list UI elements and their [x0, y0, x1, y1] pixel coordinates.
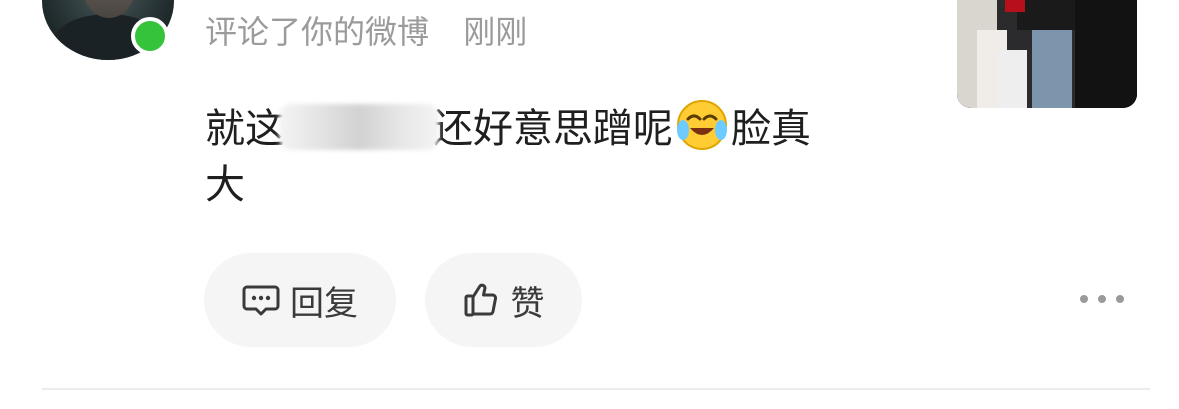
- comment-text-line2: 大: [205, 162, 245, 208]
- notification-item[interactable]: 评论了你的微博 刚刚 就这 还好意思蹭呢 脸真 大 回复 赞: [0, 0, 1179, 409]
- reply-label: 回复: [290, 283, 358, 324]
- like-button[interactable]: 赞: [425, 253, 582, 347]
- more-dot: [1116, 295, 1124, 303]
- redacted-text-blur: [279, 104, 439, 150]
- laughing-crying-emoji-icon: [677, 100, 727, 150]
- comment-text-end: 脸真: [731, 106, 811, 152]
- thumbs-up-icon: [464, 283, 497, 317]
- comment-text[interactable]: 就这 还好意思蹭呢 脸真 大: [205, 98, 905, 213]
- timestamp: 刚刚: [463, 13, 528, 51]
- notification-meta: 评论了你的微博 刚刚: [205, 10, 527, 54]
- reply-button[interactable]: 回复: [204, 253, 396, 347]
- online-status-dot: [131, 17, 169, 55]
- comment-bubble-icon: [242, 285, 280, 316]
- weibo-thumbnail[interactable]: [957, 0, 1137, 108]
- more-dot: [1080, 295, 1088, 303]
- comment-text-start: 就这: [205, 106, 285, 152]
- comment-text-middle: 还好意思蹭呢: [433, 106, 673, 152]
- thumbnail-image: [957, 0, 1137, 108]
- like-label: 赞: [510, 283, 545, 324]
- more-dot: [1098, 295, 1106, 303]
- divider: [42, 388, 1150, 390]
- more-options-button[interactable]: [1080, 284, 1124, 314]
- action-text: 评论了你的微博: [205, 13, 430, 51]
